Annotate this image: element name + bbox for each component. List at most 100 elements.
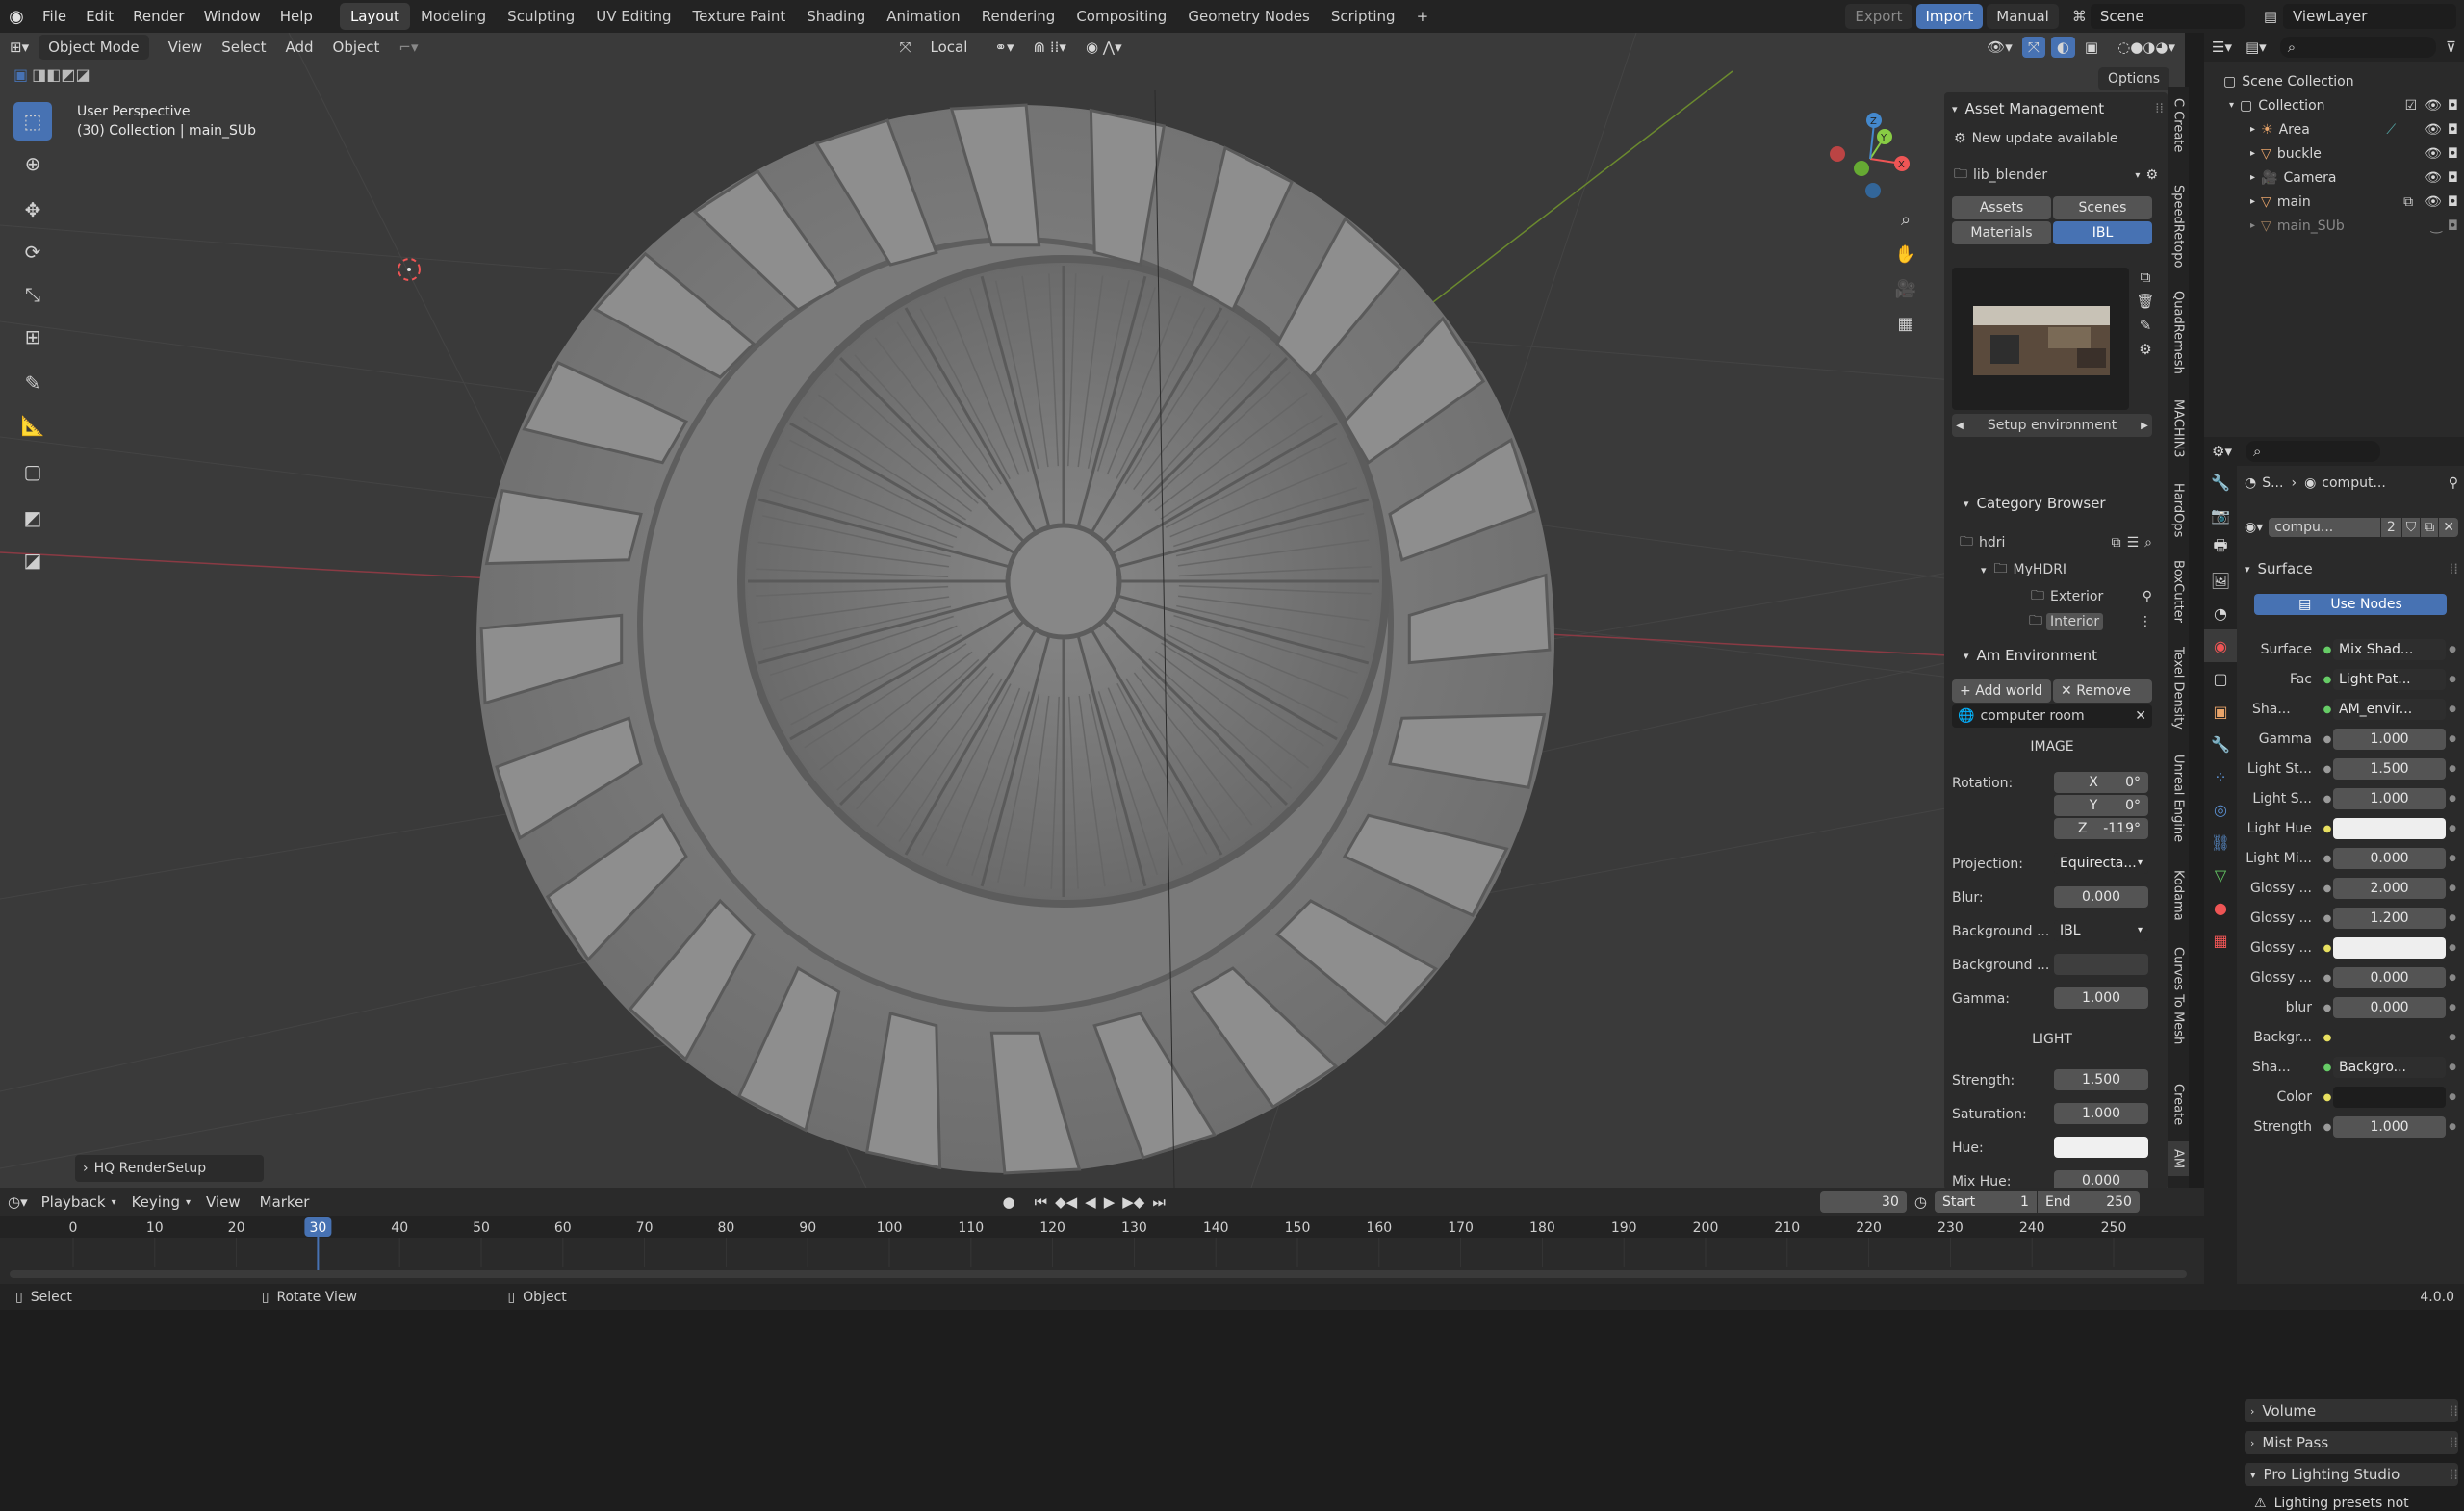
socket-icon[interactable]: ● [2322,967,2333,988]
decorator-dot-icon[interactable]: ● [2446,913,2459,923]
socket-icon[interactable]: ● [2322,878,2333,899]
sidebar-tab-speedretopo[interactable]: SpeedRetopo [2168,183,2189,269]
timeline-ruler[interactable]: 0 10 20 30 40 50 60 70 80 90 100 110 120 130 140 150 160… [0,1216,2204,1284]
socket-icon[interactable]: ● [2322,788,2333,809]
use-nodes-button[interactable]: ▤ Use Nodes [2254,594,2447,615]
shader-input-row[interactable]: Light S... ● 1.000 ● [2243,786,2459,811]
tab-geometry-nodes[interactable]: Geometry Nodes [1177,3,1321,30]
view-menu[interactable]: View [206,1193,241,1211]
tool-tab-icon[interactable]: 🔧 [2204,466,2237,499]
shader-input-value[interactable]: 1.000 [2333,788,2446,809]
overlay-toggle-icon[interactable]: ◐ [2050,37,2075,58]
particles-tab-icon[interactable]: ⁘ [2204,760,2237,793]
tab-scripting[interactable]: Scripting [1321,3,1406,30]
move-tool[interactable]: ✥ [13,191,52,229]
physics-tab-icon[interactable]: ◎ [2204,793,2237,826]
search-icon[interactable]: ⌕ [2144,535,2152,551]
pivot-icon[interactable]: ⚭▾ [985,38,1023,56]
editor-type-icon[interactable]: ⊞▾ [0,38,38,56]
tab-materials[interactable]: Materials [1952,221,2051,244]
eye-icon[interactable]: 👁 [2425,98,2442,114]
shader-input-value[interactable]: 2.000 [2333,878,2446,899]
sidebar-tab-create[interactable]: Create [2168,1078,2189,1132]
shader-input-row[interactable]: Glossy ... ● 2.000 ● [2243,876,2459,901]
tab-shading[interactable]: Shading [796,3,876,30]
tab-sculpting[interactable]: Sculpting [497,3,585,30]
socket-icon[interactable]: ● [2322,937,2333,959]
projection-dropdown[interactable]: Equirecta... ▾ [2054,853,2148,874]
extra-tool[interactable]: ◪ [13,541,52,579]
decorator-dot-icon[interactable]: ● [2446,943,2459,953]
orientation-selector[interactable]: Local [921,35,978,60]
import-button[interactable]: Import [1915,4,1984,29]
socket-icon[interactable]: ● [2322,1057,2333,1078]
update-notice[interactable]: ⚙ New update available [1954,131,2118,146]
texture-tab-icon[interactable]: ▦ [2204,924,2237,957]
tab-ibl[interactable]: IBL [2053,221,2152,244]
blender-logo-icon[interactable]: ◉ [0,7,33,27]
keying-menu[interactable]: Keying [132,1193,180,1211]
decorator-dot-icon[interactable]: ● [2446,704,2459,714]
strength-field[interactable]: 1.500 [2054,1069,2148,1090]
embossed-disc-model[interactable] [476,103,1554,1175]
eye-icon[interactable]: 👁 [2425,170,2442,186]
world-name-field[interactable]: 🌐 computer room ✕ [1952,704,2152,728]
display-mode-icon[interactable]: ▤▾ [2246,38,2267,56]
outliner-item-main-sub[interactable]: ▸ ▽ main_SUb ‿ ◘ [2204,214,2464,238]
shader-input-row[interactable]: Glossy ... ● 0.000 ● [2243,965,2459,990]
play-reverse-icon[interactable]: ◀ [1085,1193,1096,1211]
shader-input-value[interactable]: 0.000 [2333,997,2446,1018]
socket-icon[interactable]: ● [2322,699,2333,720]
shader-input-value[interactable]: Mix Shad... [2333,639,2446,660]
snap-icon[interactable]: ⌐▾ [389,38,427,56]
decorator-dot-icon[interactable]: ● [2446,1003,2459,1012]
xray-toggle-icon[interactable]: ▣ [2075,38,2108,56]
socket-icon[interactable]: ● [2322,729,2333,750]
tab-uv-editing[interactable]: UV Editing [585,3,681,30]
sidebar-tab-machin3[interactable]: MACHIN3 [2168,395,2189,462]
library-settings-icon[interactable]: ⚙ [2145,167,2158,183]
proportional-edit-icon[interactable]: ◉ ⋀▾ [1076,38,1132,56]
shader-input-row[interactable]: Strength ● 1.000 ● [2243,1114,2459,1140]
shader-input-row[interactable]: Light Hue ● ● [2243,816,2459,841]
eye-icon[interactable]: 👁 [2425,146,2442,162]
shader-input-row[interactable]: Color ● ● [2243,1085,2459,1110]
menu-file[interactable]: File [33,8,76,25]
category-item-interior[interactable]: 🗀 Interior ⋮ [2029,610,2152,633]
sidebar-tab-boxcutter[interactable]: BoxCutter [2168,558,2189,626]
3d-viewport[interactable]: ⊞▾ Object Mode View Select Add Object ⌐▾… [0,33,2185,1188]
jump-keyframe-forward-icon[interactable]: ▶◆ [1122,1193,1144,1211]
shader-input-value[interactable] [2333,1087,2446,1108]
gamma-field[interactable]: 1.000 [2054,987,2148,1009]
menu-add[interactable]: Add [276,38,323,56]
saturation-field[interactable]: 1.000 [2054,1103,2148,1124]
options-button[interactable]: Options [2098,67,2170,90]
tab-animation[interactable]: Animation [876,3,970,30]
jump-start-icon[interactable]: ⏮ [1035,1193,1048,1211]
rotation-y-field[interactable]: Y 0° [2054,795,2148,816]
decorator-dot-icon[interactable]: ● [2446,824,2459,833]
tab-modeling[interactable]: Modeling [410,3,497,30]
mode-selector[interactable]: Object Mode [38,35,149,60]
3d-cursor[interactable] [398,258,421,281]
sidebar-tab-c-create[interactable]: C Create [2168,87,2189,164]
open-file-icon[interactable]: ⧉ [2133,266,2158,290]
pro-lighting-panel-header[interactable]: ▾ Pro Lighting Studio ⁞⁞ [2245,1463,2458,1486]
add-workspace-button[interactable]: + [1406,3,1440,30]
shader-input-row[interactable]: Sha... ● AM_envir... ● [2243,697,2459,722]
list-icon[interactable]: ☰ [2127,535,2140,551]
menu-view[interactable]: View [159,38,213,56]
shading-modes-icon[interactable]: ◌●◑◕▾ [2108,38,2185,56]
rotation-x-field[interactable]: X 0° [2054,772,2148,793]
library-selector[interactable]: 🗀 lib_blender ▾ ⚙ [1954,164,2158,187]
timeline-scrollbar[interactable] [10,1270,2187,1278]
world-tab-icon[interactable]: ◉ [2204,629,2237,662]
socket-icon[interactable]: ● [2322,848,2333,869]
menu-object[interactable]: Object [323,38,390,56]
socket-icon[interactable]: ● [2322,1116,2333,1138]
view-layer-tab-icon[interactable]: 🖼 [2204,564,2237,597]
export-button[interactable]: Export [1845,4,1912,29]
add-cube-tool[interactable]: ▢ [13,452,52,491]
marker-menu[interactable]: Marker [260,1193,310,1211]
volume-panel-header[interactable]: › Volume ⁞⁞ [2245,1399,2458,1422]
